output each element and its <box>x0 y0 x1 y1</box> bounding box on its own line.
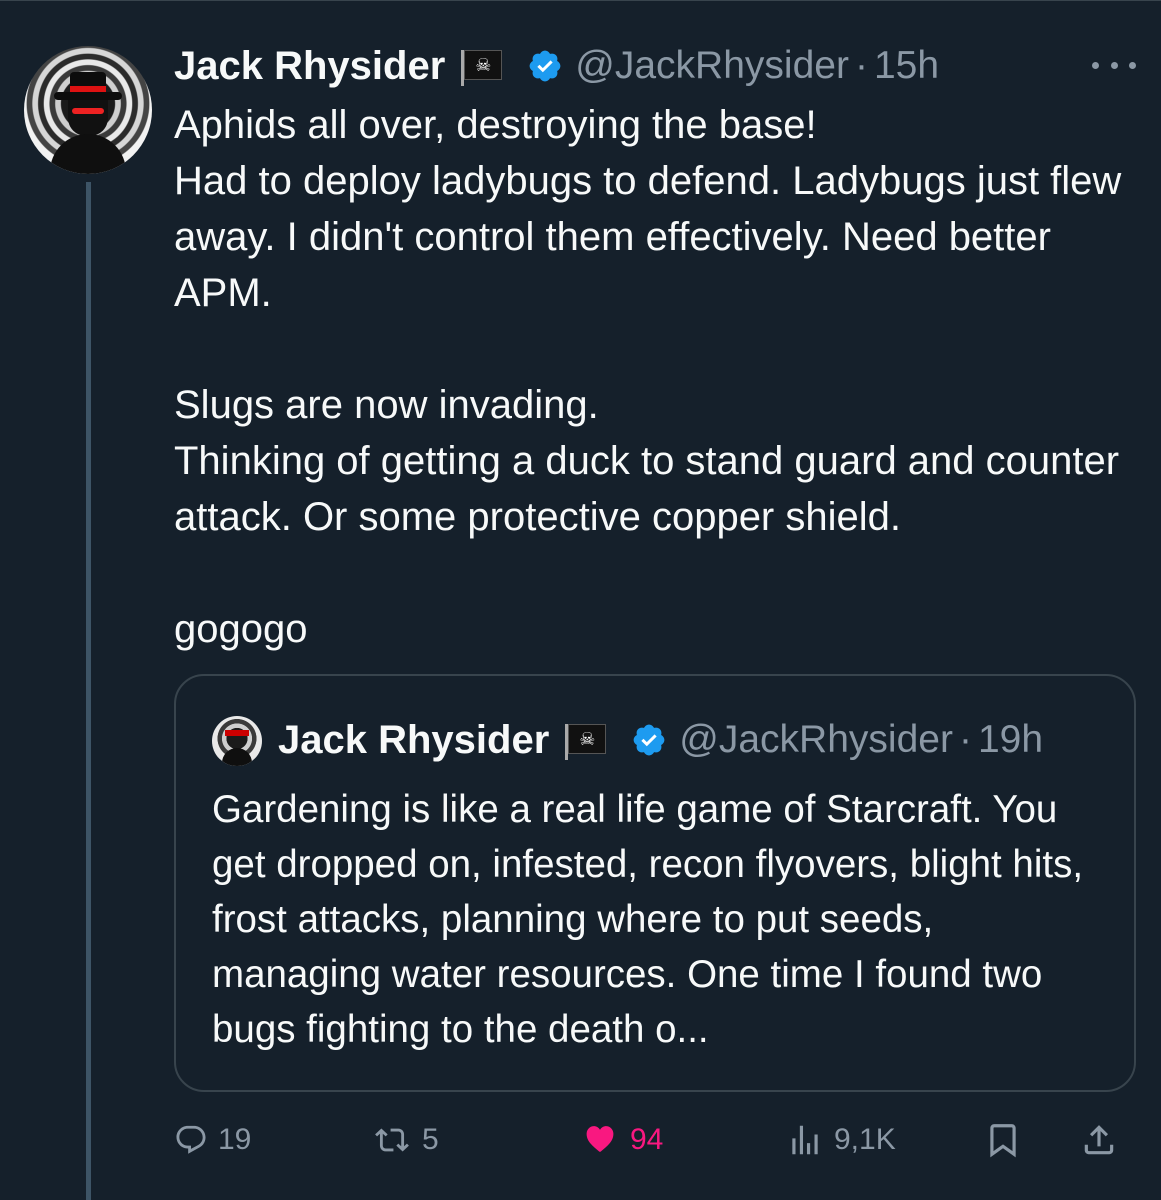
reply-icon <box>176 1125 206 1154</box>
share-icon <box>1084 1125 1114 1155</box>
top-divider <box>0 0 1161 1</box>
verified-badge-icon <box>633 724 665 756</box>
reply-count: 19 <box>218 1123 252 1156</box>
quoted-tweet-time: 19h <box>977 718 1044 761</box>
quoted-tweet-header: Jack Rhysider ☠ @JackRhysider · 19h <box>278 714 1043 766</box>
verified-badge-icon <box>529 50 561 82</box>
quoted-tweet-text: Gardening is like a real life game of St… <box>212 788 1094 1051</box>
more-icon[interactable] <box>1092 50 1136 80</box>
share-button[interactable] <box>1080 1112 1118 1168</box>
author-avatar[interactable] <box>24 46 152 174</box>
separator-dot: · <box>958 718 972 761</box>
separator-dot: · <box>854 44 868 87</box>
tweet-time[interactable]: 15h <box>874 44 939 88</box>
quoted-author-handle: @JackRhysider <box>679 718 953 761</box>
retweet-icon <box>375 1128 409 1152</box>
like-count: 94 <box>630 1123 664 1156</box>
action-bar: 19 5 94 9,1K <box>174 1112 1136 1168</box>
thread-connector-line <box>86 182 91 1200</box>
retweet-button[interactable]: 5 <box>372 1112 439 1168</box>
quoted-author-avatar <box>212 716 262 766</box>
views-icon <box>792 1125 818 1155</box>
quoted-tweet-card[interactable]: Jack Rhysider ☠ @JackRhysider · 19h Gard… <box>174 674 1136 1092</box>
heart-icon <box>586 1126 614 1152</box>
author-name[interactable]: Jack Rhysider <box>174 44 445 89</box>
tweet-header: Jack Rhysider ☠ @JackRhysider · 15h <box>174 40 939 92</box>
views-button[interactable]: 9,1K <box>786 1112 896 1168</box>
like-button[interactable]: 94 <box>580 1112 663 1168</box>
retweet-count: 5 <box>422 1123 439 1156</box>
view-count: 9,1K <box>834 1123 896 1156</box>
pirate-flag-icon: ☠ <box>565 724 607 760</box>
reply-button[interactable]: 19 <box>174 1112 251 1168</box>
author-handle[interactable]: @JackRhysider <box>575 44 849 88</box>
bookmark-button[interactable] <box>984 1112 1022 1168</box>
pirate-flag-icon: ☠ <box>461 50 503 86</box>
tweet-text: Aphids all over, destroying the base! Ha… <box>174 103 1122 651</box>
bookmark-icon <box>990 1124 1016 1158</box>
quoted-author-name: Jack Rhysider <box>278 717 550 762</box>
